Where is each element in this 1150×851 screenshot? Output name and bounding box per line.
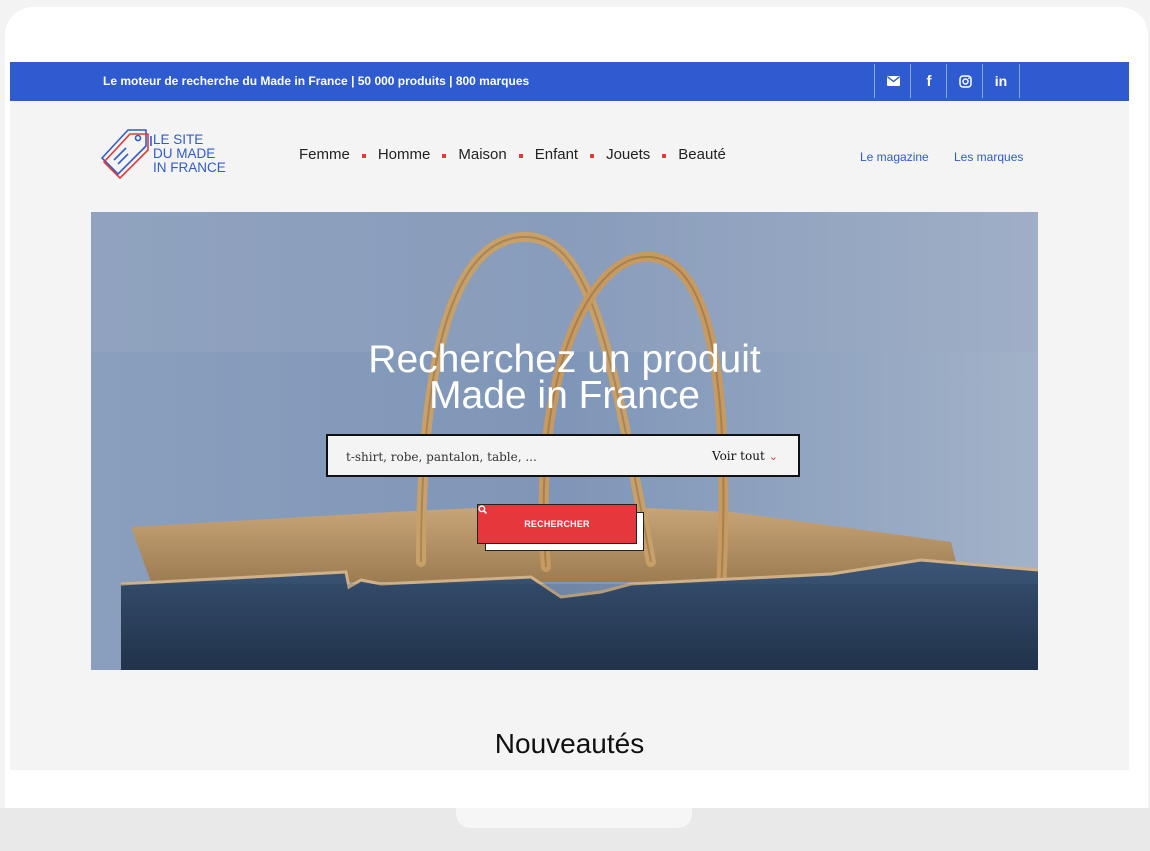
hero-title-line2: Made in France	[429, 374, 700, 417]
instagram-link[interactable]	[946, 64, 983, 98]
search-icon	[478, 505, 487, 514]
nav-separator	[442, 153, 447, 158]
logo-text[interactable]: LE SITE DU MADE IN FRANCE	[153, 133, 226, 175]
facebook-icon: f	[926, 72, 932, 90]
nav-item-maison[interactable]: Maison	[458, 146, 506, 163]
email-link[interactable]	[874, 64, 911, 98]
see-all-label: Voir tout	[712, 449, 765, 463]
facebook-link[interactable]: f	[910, 64, 947, 98]
nav-item-femme[interactable]: Femme	[299, 146, 350, 163]
instagram-icon	[958, 74, 972, 88]
linkedin-link[interactable]: in	[982, 64, 1020, 98]
web-page: Le moteur de recherche du Made in France…	[10, 62, 1129, 770]
tagline: Le moteur de recherche du Made in France…	[103, 74, 530, 88]
chevron-down-icon: ⌄	[768, 450, 778, 463]
nav-separator	[662, 153, 667, 158]
hero-banner: Recherchez un produit Made in France Voi…	[91, 212, 1038, 670]
nav-item-homme[interactable]: Homme	[378, 146, 431, 163]
nav-link-magazine[interactable]: Le magazine	[860, 150, 929, 164]
nav-separator	[518, 153, 523, 158]
main-nav: Femme Homme Maison Enfant Jouets Beauté	[299, 146, 726, 163]
nav-separator	[590, 153, 595, 158]
see-all-dropdown[interactable]: Voir tout ⌄	[712, 449, 778, 463]
nav-separator	[361, 153, 366, 158]
nav-item-enfant[interactable]: Enfant	[535, 146, 578, 163]
email-icon	[886, 76, 900, 86]
search-button-label: RECHERCHER	[524, 519, 590, 529]
search-bar: Voir tout⌄	[326, 434, 800, 477]
search-button[interactable]: RECHERCHER	[477, 504, 637, 544]
nav-item-beaute[interactable]: Beauté	[678, 146, 726, 163]
search-input[interactable]	[344, 447, 678, 467]
announcement-bar: Le moteur de recherche du Made in France…	[10, 62, 1129, 101]
device-tab	[456, 808, 692, 828]
section-title-new: Nouveautés	[494, 728, 645, 759]
nav-item-jouets[interactable]: Jouets	[606, 146, 650, 163]
linkedin-icon: in	[994, 73, 1008, 89]
nav-link-brands[interactable]: Les marques	[954, 150, 1023, 164]
